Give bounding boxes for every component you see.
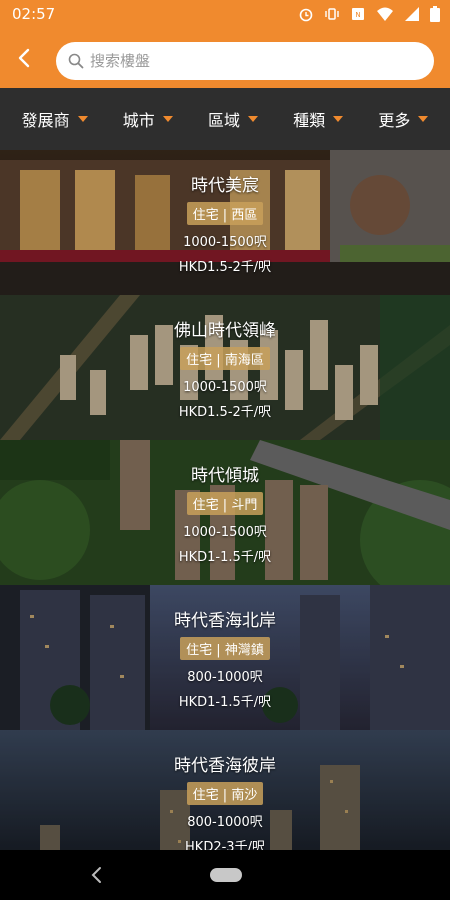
property-tag: 住宅 | 南海區 xyxy=(180,346,270,370)
caret-down-icon xyxy=(333,116,344,122)
filter-city[interactable]: 城市 xyxy=(123,107,173,131)
property-list: 時代美宸 住宅 | 西區 1000-1500呎 HKD1.5-2千/呎 佛山時代… xyxy=(0,150,450,850)
nfc-icon: N xyxy=(352,8,364,20)
property-tag: 住宅 | 南沙 xyxy=(186,781,264,805)
property-card[interactable]: 時代香海彼岸 住宅 | 南沙 800-1000呎 HKD2-3千/呎 xyxy=(0,730,450,850)
filter-district[interactable]: 區域 xyxy=(208,107,258,131)
caret-down-icon xyxy=(162,116,173,122)
property-name: 佛山時代領峰 xyxy=(174,320,276,341)
property-name: 時代傾城 xyxy=(191,465,259,486)
property-area: 800-1000呎 xyxy=(187,814,263,830)
search-bar[interactable] xyxy=(56,42,434,80)
chevron-left-icon xyxy=(18,48,30,68)
filter-label: 種類 xyxy=(293,111,326,130)
alarm-icon xyxy=(299,8,313,22)
filter-label: 城市 xyxy=(122,111,155,130)
property-card[interactable]: 時代傾城 住宅 | 斗門 1000-1500呎 HKD1-1.5千/呎 xyxy=(0,440,450,585)
property-name: 時代香海彼岸 xyxy=(174,755,276,776)
nav-back-icon[interactable] xyxy=(88,864,106,886)
property-name: 時代美宸 xyxy=(191,175,259,196)
caret-down-icon xyxy=(77,116,88,122)
search-icon xyxy=(68,53,84,69)
filter-developer[interactable]: 發展商 xyxy=(22,107,88,131)
wifi-icon xyxy=(377,7,393,21)
property-area: 1000-1500呎 xyxy=(183,379,267,395)
caret-down-icon xyxy=(247,116,258,122)
filter-more[interactable]: 更多 xyxy=(378,107,429,131)
status-bar: 02:57 N xyxy=(0,0,450,28)
property-price: HKD1-1.5千/呎 xyxy=(178,549,272,565)
filter-type[interactable]: 種類 xyxy=(293,107,344,131)
nav-home-button[interactable] xyxy=(210,868,242,882)
property-price: HKD1-1.5千/呎 xyxy=(178,694,272,710)
filter-label: 發展商 xyxy=(21,111,70,130)
status-time: 02:57 xyxy=(12,5,56,23)
vibrate-icon xyxy=(325,8,339,20)
property-area: 800-1000呎 xyxy=(187,669,263,685)
caret-down-icon xyxy=(418,116,429,122)
property-name: 時代香海北岸 xyxy=(174,610,276,631)
signal-icon xyxy=(405,7,419,21)
property-area: 1000-1500呎 xyxy=(183,524,267,540)
property-price: HKD1.5-2千/呎 xyxy=(178,259,272,275)
back-button[interactable] xyxy=(8,40,40,76)
search-input[interactable] xyxy=(90,52,390,70)
svg-text:N: N xyxy=(355,11,360,19)
property-area: 1000-1500呎 xyxy=(183,234,267,250)
property-price: HKD1.5-2千/呎 xyxy=(178,404,272,420)
filter-bar: 發展商 城市 區域 種類 更多 xyxy=(0,88,450,150)
filter-label: 區域 xyxy=(207,111,240,130)
app-header xyxy=(0,28,450,88)
filter-label: 更多 xyxy=(378,111,411,130)
property-tag: 住宅 | 神灣鎮 xyxy=(180,636,270,660)
system-nav-bar xyxy=(0,850,450,900)
property-card[interactable]: 時代香海北岸 住宅 | 神灣鎮 800-1000呎 HKD1-1.5千/呎 xyxy=(0,585,450,730)
property-price: HKD2-3千/呎 xyxy=(185,839,265,851)
property-card[interactable]: 佛山時代領峰 住宅 | 南海區 1000-1500呎 HKD1.5-2千/呎 xyxy=(0,295,450,440)
property-tag: 住宅 | 斗門 xyxy=(186,491,264,515)
battery-icon xyxy=(430,6,440,22)
property-tag: 住宅 | 西區 xyxy=(186,201,264,225)
property-card[interactable]: 時代美宸 住宅 | 西區 1000-1500呎 HKD1.5-2千/呎 xyxy=(0,150,450,295)
